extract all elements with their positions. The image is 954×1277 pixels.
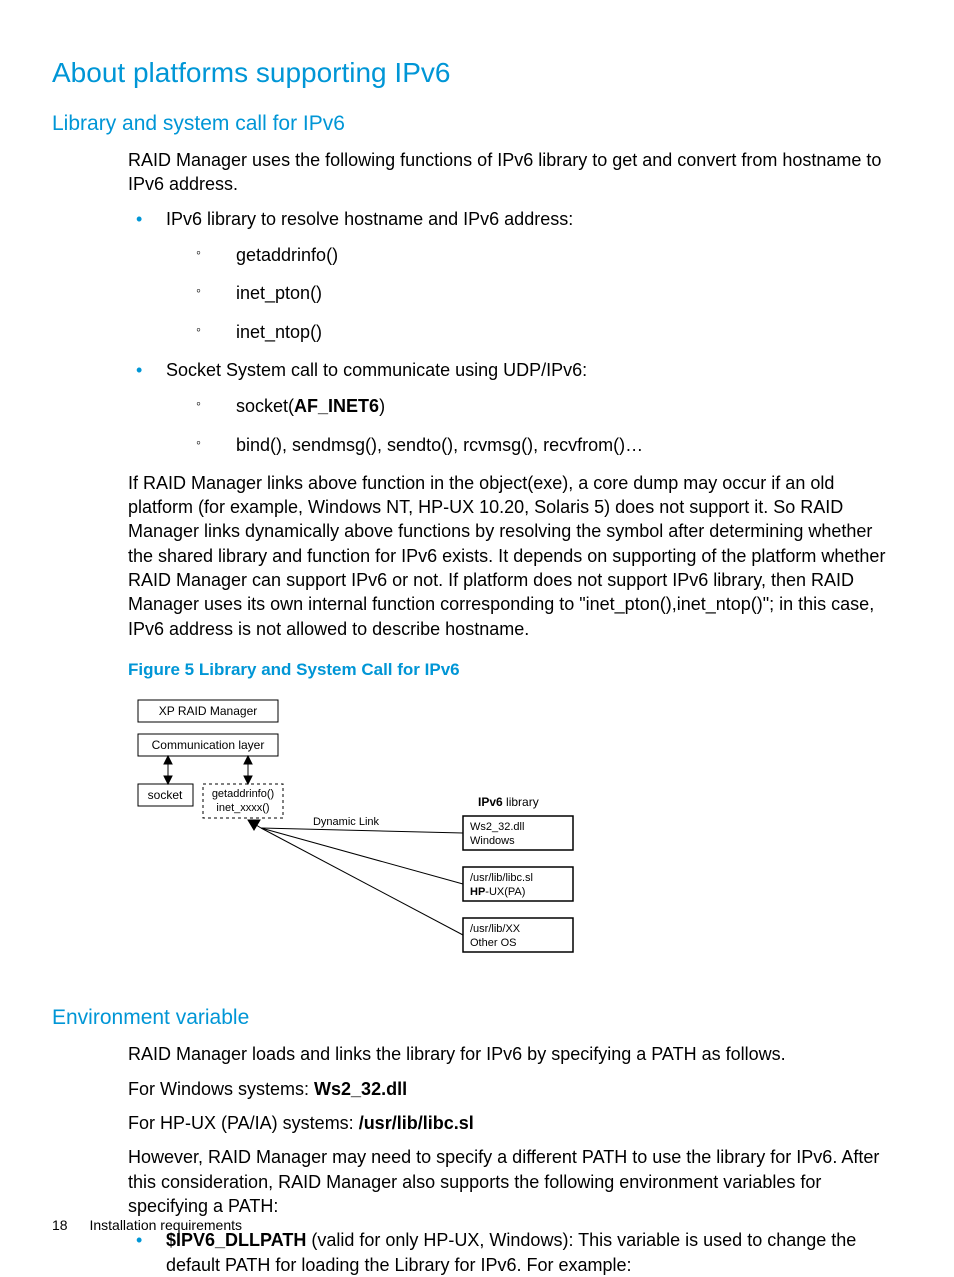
env-p1: RAID Manager loads and links the library… <box>128 1042 898 1066</box>
figure-diagram: XP RAID Manager Communication layer sock… <box>128 694 898 980</box>
sublist-item: bind(), sendmsg(), sendto(), rcvmsg(), r… <box>166 433 898 457</box>
explanation-paragraph: If RAID Manager links above function in … <box>128 471 898 641</box>
env-p2-bold: Ws2_32.dll <box>314 1079 407 1099</box>
sublist: getaddrinfo() inet_pton() inet_ntop() <box>166 243 898 344</box>
sublist-item: socket(AF_INET6) <box>166 394 898 418</box>
list-item: $IPV6_DLLPATH (valid for only HP-UX, Win… <box>128 1228 898 1277</box>
list-item: IPv6 library to resolve hostname and IPv… <box>128 207 898 344</box>
env-var-list: $IPV6_DLLPATH (valid for only HP-UX, Win… <box>128 1228 898 1277</box>
list-item-text: IPv6 library to resolve hostname and IPv… <box>166 209 573 229</box>
diagram-lib-other-2: Other OS <box>470 937 516 949</box>
diagram-lib-windows-2: Windows <box>470 835 515 847</box>
diagram-inetxxxx: inet_xxxx() <box>216 802 269 814</box>
diagram-comm-layer: Communication layer <box>152 738 265 752</box>
feature-list: IPv6 library to resolve hostname and IPv… <box>128 207 898 457</box>
diagram-lib-windows-1: Ws2_32.dll <box>470 821 524 833</box>
diagram-lib-hpux-2: HP-UX(PA) <box>470 886 525 898</box>
diagram-dynamic-link-label: Dynamic Link <box>313 816 380 828</box>
list-item: Socket System call to communicate using … <box>128 358 898 457</box>
diagram-lib-other-1: /usr/lib/XX <box>470 923 521 935</box>
page-title: About platforms supporting IPv6 <box>52 54 906 92</box>
diagram-xp-raid: XP RAID Manager <box>159 704 258 718</box>
sublist-item: inet_pton() <box>166 281 898 305</box>
diagram-getaddrinfo: getaddrinfo() <box>212 788 274 800</box>
page-footer: 18 Installation requirements <box>52 1216 242 1235</box>
intro-paragraph: RAID Manager uses the following function… <box>128 148 898 197</box>
sublist-item: inet_ntop() <box>166 320 898 344</box>
section-library-heading: Library and system call for IPv6 <box>52 110 906 138</box>
env-p2-pre: For Windows systems: <box>128 1079 314 1099</box>
diagram-lib-hpux-1: /usr/lib/libc.sl <box>470 872 533 884</box>
env-p3-bold: /usr/lib/libc.sl <box>359 1113 474 1133</box>
socket-const: AF_INET6 <box>294 396 379 416</box>
env-p3-pre: For HP-UX (PA/IA) systems: <box>128 1113 359 1133</box>
footer-section: Installation requirements <box>89 1217 242 1233</box>
socket-pre: socket( <box>236 396 294 416</box>
sublist-item: getaddrinfo() <box>166 243 898 267</box>
section-env-heading: Environment variable <box>52 1004 906 1032</box>
env-p4: However, RAID Manager may need to specif… <box>128 1145 898 1218</box>
diagram-ipv6-label: IPv6 library <box>478 795 539 809</box>
env-p3: For HP-UX (PA/IA) systems: /usr/lib/libc… <box>128 1111 898 1135</box>
list-item-text: Socket System call to communicate using … <box>166 360 587 380</box>
diagram-socket: socket <box>148 788 183 802</box>
sublist: socket(AF_INET6) bind(), sendmsg(), send… <box>166 394 898 457</box>
figure-caption: Figure 5 Library and System Call for IPv… <box>128 659 898 682</box>
env-p2: For Windows systems: Ws2_32.dll <box>128 1077 898 1101</box>
page-number: 18 <box>52 1217 68 1233</box>
socket-post: ) <box>379 396 385 416</box>
